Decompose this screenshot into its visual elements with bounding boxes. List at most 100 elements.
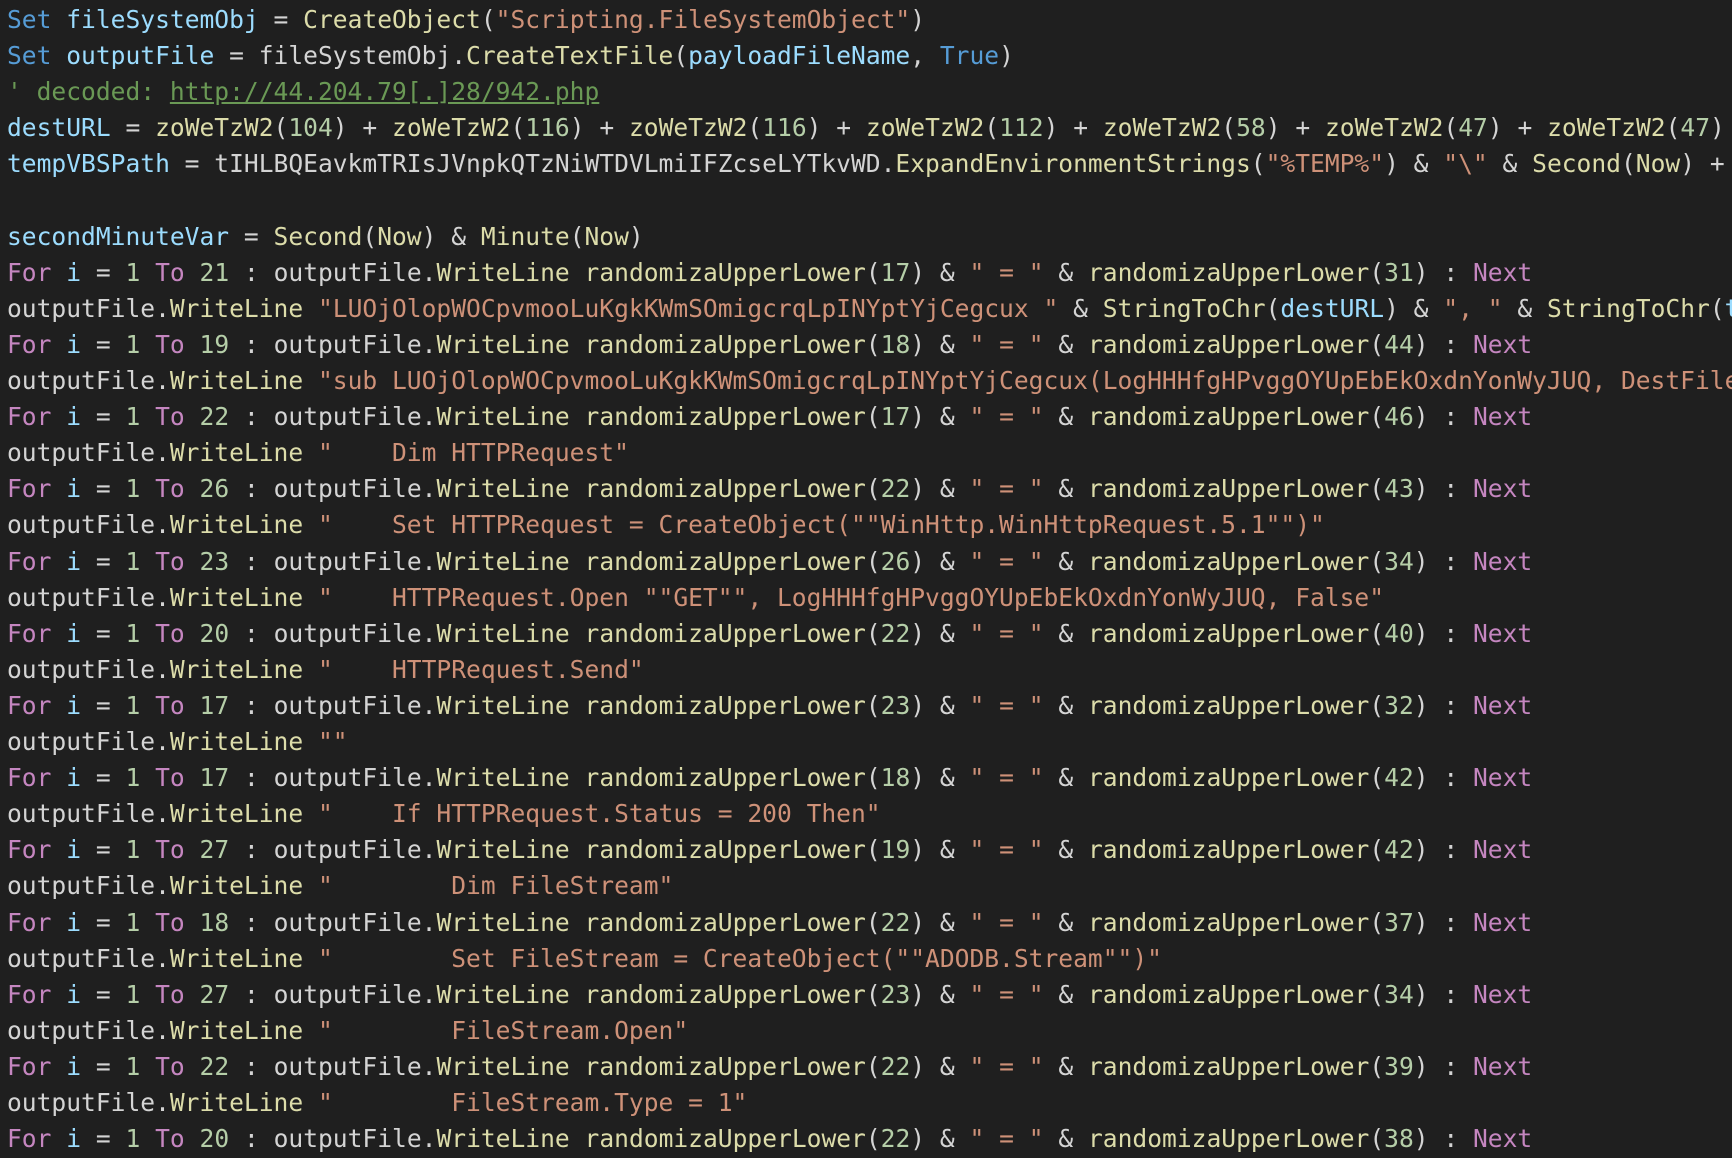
code-token-op xyxy=(185,258,200,287)
code-token-op: & xyxy=(1043,690,1088,720)
code-token-op: = xyxy=(81,546,126,576)
code-token-op xyxy=(140,1124,155,1153)
code-token-fn: randomizaUpperLower xyxy=(1088,618,1370,648)
code-token-op: : xyxy=(229,474,274,504)
code-token-op: & xyxy=(1043,979,1088,1009)
code-token-str: "" xyxy=(317,727,348,756)
code-token-ctl: Next xyxy=(1473,907,1533,937)
code-token-op: ( xyxy=(1265,293,1281,323)
code-token-var: secondMinuteVar xyxy=(7,221,230,251)
code-token-plain: outputFile. xyxy=(7,799,170,829)
code-token-op xyxy=(570,547,585,576)
code-line: For i = 1 To 26 : outputFile.WriteLine r… xyxy=(7,471,1532,507)
code-token-fn: zoWeTzW2 xyxy=(1324,113,1444,143)
code-token-num: 44 xyxy=(1384,329,1414,359)
code-token-num: 40 xyxy=(1384,618,1414,648)
code-token-str: "LUOjOlopWOCpvmooLuKgkKWmSOmigcrqLpINYpt… xyxy=(317,293,1059,323)
code-token-str: " FileStream.Open" xyxy=(317,1015,689,1045)
code-token-op: & xyxy=(1043,618,1088,648)
code-token-num: 19 xyxy=(880,835,911,865)
code-token-num: 1 xyxy=(125,402,141,432)
code-token-num: 47 xyxy=(1458,113,1488,143)
code-token-ctl: Next xyxy=(1473,763,1533,793)
code-token-ctl: For xyxy=(7,1051,52,1081)
code-token-op xyxy=(51,763,66,792)
code-token-str: " = " xyxy=(969,257,1044,287)
code-token-fn: Second xyxy=(1532,149,1621,179)
code-token-fn: randomizaUpperLower xyxy=(1088,474,1370,504)
code-token-op: ( xyxy=(865,618,881,648)
code-token-op: ) & xyxy=(1384,293,1444,323)
code-token-str: " = " xyxy=(969,979,1044,1009)
code-token-op xyxy=(570,763,585,792)
code-token-op xyxy=(140,258,155,287)
code-token-ctl: For xyxy=(7,546,52,576)
code-token-op: ) : xyxy=(1413,618,1473,648)
code-token-fn: Second xyxy=(273,221,363,251)
code-token-op: , xyxy=(910,41,940,71)
code-token-op: ) + z xyxy=(1710,113,1725,143)
code-token-ctl: Next xyxy=(1473,618,1533,648)
code-token-ctl: To xyxy=(155,257,185,287)
code-token-op: ) & xyxy=(1384,149,1444,179)
code-token-op xyxy=(570,330,585,359)
code-token-num: 22 xyxy=(199,402,230,432)
code-token-ctl: To xyxy=(155,618,185,648)
code-token-op xyxy=(303,583,318,612)
code-token-str: " = " xyxy=(969,618,1044,648)
code-token-op: ) & xyxy=(421,221,481,251)
code-token-op xyxy=(570,402,585,431)
code-token-num: 20 xyxy=(199,1124,230,1154)
code-token-fn: ExpandEnvironmentStrings xyxy=(895,149,1251,179)
code-token-num: 18 xyxy=(199,907,230,937)
code-token-op: ( xyxy=(865,474,881,504)
code-token-op xyxy=(51,547,66,576)
code-token-var: i xyxy=(66,1051,82,1081)
code-token-num: 104 xyxy=(288,113,333,143)
code-token-var: fileSystemObj xyxy=(66,5,259,34)
code-token-op xyxy=(140,330,155,359)
code-token-op xyxy=(303,655,318,684)
code-token-op: & xyxy=(1058,293,1103,323)
code-editor[interactable]: Set fileSystemObj = CreateObject ("Script… xyxy=(0,0,1732,1158)
code-token-op: ) + xyxy=(1043,113,1103,143)
code-token-ctl: For xyxy=(7,835,52,865)
code-token-fn: WriteLine xyxy=(436,690,570,720)
code-token-op: ( xyxy=(865,402,881,432)
code-token-op xyxy=(303,871,318,900)
code-token-num: 18 xyxy=(880,763,911,793)
code-token-op: = xyxy=(81,402,126,432)
code-token-op: ( xyxy=(1369,979,1385,1009)
code-token-op: ) : xyxy=(1413,402,1473,432)
code-token-fn: randomizaUpperLower xyxy=(584,474,866,504)
code-token-op xyxy=(185,402,200,431)
code-token-plain: outputFile. xyxy=(7,654,170,684)
code-line: outputFile.WriteLine " FileStream.Type =… xyxy=(7,1085,747,1121)
code-token-num: 42 xyxy=(1384,835,1414,865)
code-token-op xyxy=(570,980,585,1009)
code-token-op: ) : xyxy=(1413,979,1473,1009)
code-token-plain: outputFile. xyxy=(273,979,437,1009)
code-token-op xyxy=(51,330,66,359)
code-token-ctl: Next xyxy=(1473,979,1533,1009)
code-token-fn: randomizaUpperLower xyxy=(1088,690,1370,720)
code-token-op: ) + xyxy=(1487,113,1548,143)
code-token-fn: WriteLine xyxy=(169,943,304,973)
code-token-str: " = " xyxy=(969,474,1044,504)
code-token-op xyxy=(570,619,585,648)
code-token-op: : xyxy=(229,1051,274,1081)
code-token-var: i xyxy=(66,835,82,865)
code-token-num: 1 xyxy=(125,907,141,937)
code-token-link[interactable]: http://44.204.79[.]28/942.php xyxy=(170,77,599,106)
code-token-ctl: Next xyxy=(1473,257,1533,287)
code-token-op xyxy=(140,547,155,576)
code-token-fn: randomizaUpperLower xyxy=(1088,546,1370,576)
code-token-plain: outputFile. xyxy=(273,618,437,648)
code-token-str: " = " xyxy=(969,329,1044,359)
code-token-ctl: For xyxy=(7,257,52,287)
code-token-op xyxy=(51,980,66,1009)
code-token-fn: WriteLine xyxy=(169,727,304,756)
code-token-fn: WriteLine xyxy=(436,907,570,937)
code-token-num: 18 xyxy=(880,329,911,359)
code-token-str: " = " xyxy=(969,690,1044,720)
